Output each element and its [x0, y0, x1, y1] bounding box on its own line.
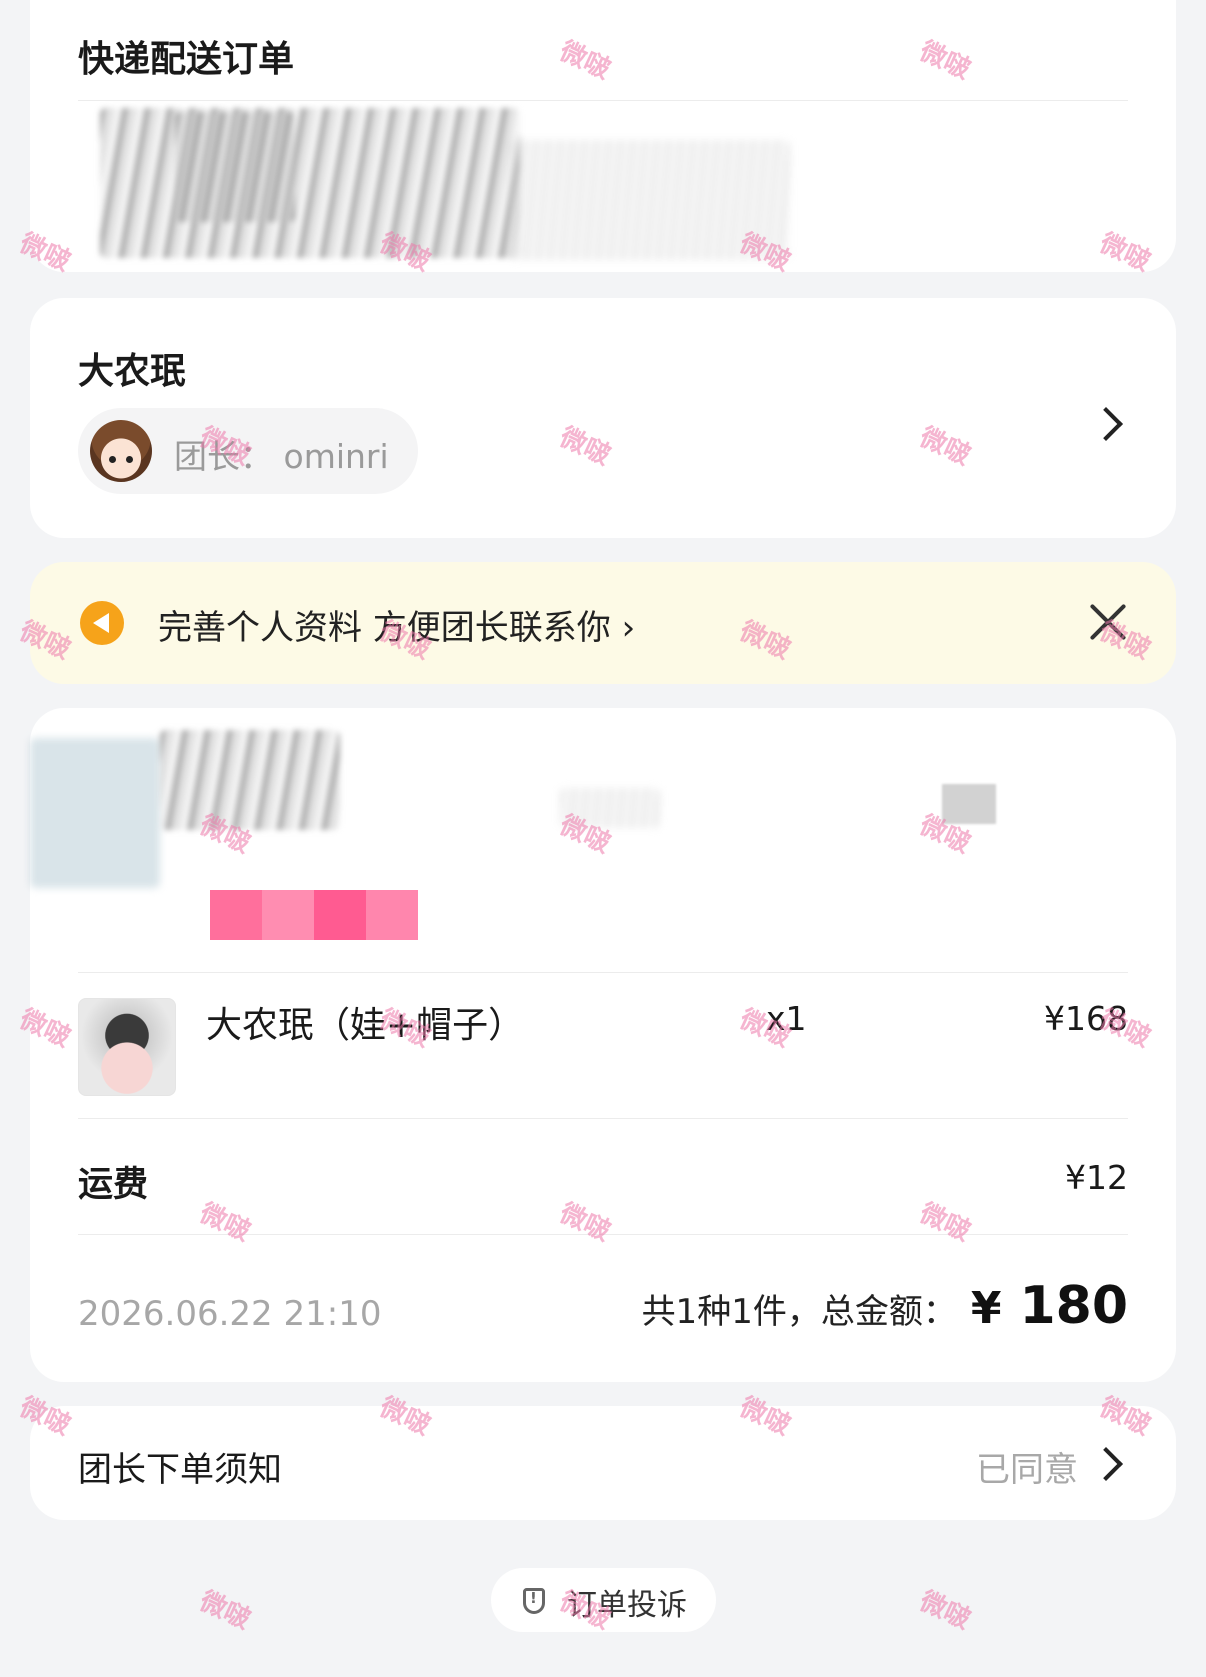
order-total: 共1种1件，总金额： ¥ 180: [642, 1276, 1128, 1336]
avatar: [90, 420, 152, 482]
divider: [78, 100, 1128, 101]
group-name: 大农珉: [78, 351, 187, 392]
product-quantity: x1: [766, 999, 807, 1038]
color-swatch: [366, 890, 418, 940]
watermark: 微啵: [915, 1586, 975, 1636]
redacted-tag: [942, 784, 996, 824]
order-detail-card: 大农珉（娃+帽子） x1 ¥168 运费 ¥12 2026.06.22 21:1…: [30, 708, 1176, 1382]
notice-text[interactable]: 完善个人资料 方便团长联系你 ›: [158, 600, 635, 649]
profile-notice-banner[interactable]: 完善个人资料 方便团长联系你 ›: [30, 562, 1176, 684]
order-date: 2026.06.22 21:10: [78, 1294, 382, 1334]
divider: [78, 1234, 1128, 1235]
total-amount: 180: [1019, 1276, 1128, 1336]
product-name[interactable]: 大农珉（娃+帽子）: [206, 996, 524, 1048]
divider: [78, 1118, 1128, 1119]
summary-text: 共1种1件，总金额：: [641, 1292, 957, 1332]
product-price: ¥168: [1044, 999, 1128, 1038]
leader-rules-row[interactable]: 团长下单须知 已同意: [30, 1406, 1176, 1520]
order-complaint-button[interactable]: 订单投诉: [491, 1568, 716, 1632]
group-info-card[interactable]: 大农珉 团长： ominri: [30, 298, 1176, 538]
shipping-label: 运费: [78, 1165, 149, 1205]
redacted-text: [560, 788, 660, 828]
rules-status: 已同意: [976, 1450, 1078, 1490]
color-swatch: [210, 890, 262, 940]
delivery-address-card[interactable]: 快递配送订单: [30, 0, 1176, 272]
redacted-shop-name: [160, 730, 340, 830]
redacted-address-dark: [175, 112, 295, 222]
currency-symbol: ¥: [970, 1283, 1002, 1334]
shipping-fee: ¥12: [1065, 1158, 1128, 1197]
leader-pill[interactable]: 团长： ominri: [78, 408, 418, 494]
color-swatch: [314, 890, 366, 940]
leader-label: 团长：: [174, 437, 273, 476]
delivery-type-title: 快递配送订单: [78, 39, 295, 80]
watermark: 微啵: [195, 1586, 255, 1636]
divider: [78, 972, 1128, 973]
product-thumbnail[interactable]: [78, 998, 176, 1096]
rules-label: 团长下单须知: [78, 1450, 282, 1490]
redacted-address: [100, 108, 520, 258]
leader-name: ominri: [283, 437, 389, 476]
leader-info: 团长： ominri: [174, 430, 389, 478]
redacted-shop-logo: [30, 738, 160, 888]
megaphone-icon: [80, 601, 124, 645]
redacted-contact: [510, 140, 790, 260]
chevron-right-icon[interactable]: [1089, 1447, 1123, 1481]
chevron-right-icon[interactable]: [1089, 407, 1123, 441]
close-icon[interactable]: [1088, 602, 1128, 642]
color-swatch: [262, 890, 314, 940]
shield-icon: [523, 1588, 545, 1614]
complaint-label: 订单投诉: [567, 1588, 687, 1623]
